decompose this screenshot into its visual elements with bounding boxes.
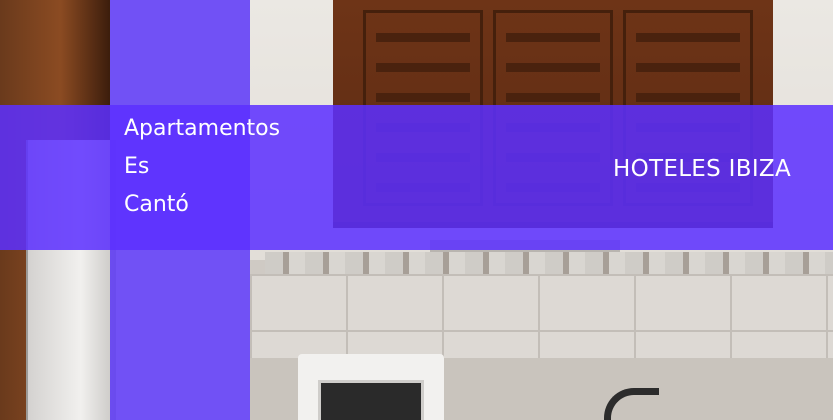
brand-label: HOTELES IBIZA xyxy=(613,156,791,182)
microwave-window xyxy=(318,380,424,420)
hotel-banner-image: Apartamentos Es Cantó HOTELES IBIZA xyxy=(0,0,833,420)
decorative-tile-border xyxy=(265,252,833,274)
hotel-name-line: Apartamentos xyxy=(124,116,281,141)
microwave xyxy=(298,354,444,420)
hotel-name-line: Cantó xyxy=(124,192,189,217)
hotel-name: Apartamentos Es Cantó xyxy=(124,110,280,224)
hotel-name-line: Es xyxy=(124,154,150,179)
